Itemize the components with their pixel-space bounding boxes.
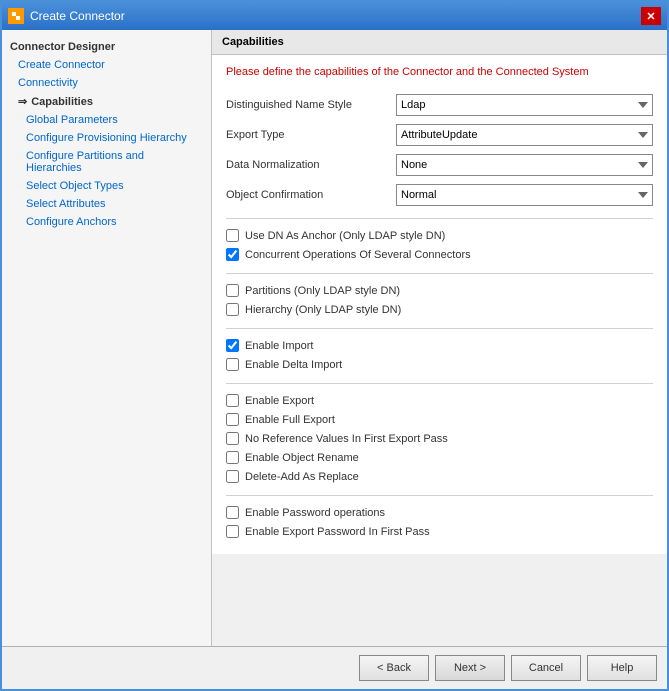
back-button[interactable]: < Back	[359, 655, 429, 681]
checkbox-row-enable-password-ops: Enable Password operations	[226, 506, 653, 519]
use-dn-anchor-label: Use DN As Anchor (Only LDAP style DN)	[245, 230, 445, 242]
content-body: Please define the capabilities of the Co…	[212, 55, 667, 554]
checkbox-group-3: Enable Import Enable Delta Import	[226, 339, 653, 371]
content-area: Capabilities Please define the capabilit…	[212, 30, 667, 646]
dn-style-label: Distinguished Name Style	[226, 99, 396, 111]
sidebar-item-configure-partitions[interactable]: Configure Partitions and Hierarchies	[2, 147, 211, 177]
main-window: Create Connector ✕ Connector Designer Cr…	[0, 0, 669, 691]
enable-export-checkbox[interactable]	[226, 394, 239, 407]
cancel-button[interactable]: Cancel	[511, 655, 581, 681]
divider-3	[226, 328, 653, 329]
checkbox-row-enable-delta-import: Enable Delta Import	[226, 358, 653, 371]
concurrent-ops-label: Concurrent Operations Of Several Connect…	[245, 249, 471, 261]
checkbox-row-enable-export-password: Enable Export Password In First Pass	[226, 525, 653, 538]
footer: < Back Next > Cancel Help	[2, 646, 667, 689]
enable-password-ops-label: Enable Password operations	[245, 507, 385, 519]
object-confirmation-select[interactable]: Normal NoDeleteConfirmation NoAddAndDele…	[396, 184, 653, 206]
delete-add-replace-label: Delete-Add As Replace	[245, 471, 359, 483]
delete-add-replace-checkbox[interactable]	[226, 470, 239, 483]
object-confirmation-label: Object Confirmation	[226, 189, 396, 201]
checkbox-group-1: Use DN As Anchor (Only LDAP style DN) Co…	[226, 229, 653, 261]
title-bar: Create Connector ✕	[2, 2, 667, 30]
enable-full-export-checkbox[interactable]	[226, 413, 239, 426]
enable-import-label: Enable Import	[245, 340, 313, 352]
sidebar-item-select-attributes[interactable]: Select Attributes	[2, 195, 211, 213]
enable-object-rename-checkbox[interactable]	[226, 451, 239, 464]
no-ref-values-checkbox[interactable]	[226, 432, 239, 445]
checkbox-row-no-ref-values: No Reference Values In First Export Pass	[226, 432, 653, 445]
next-button[interactable]: Next >	[435, 655, 505, 681]
checkbox-group-5: Enable Password operations Enable Export…	[226, 506, 653, 538]
content-panel-title: Capabilities	[212, 30, 667, 55]
sidebar-item-global-parameters[interactable]: Global Parameters	[2, 111, 211, 129]
enable-full-export-label: Enable Full Export	[245, 414, 335, 426]
data-normalization-row: Data Normalization None DeleteSpace Trim	[226, 154, 653, 176]
checkbox-row-enable-object-rename: Enable Object Rename	[226, 451, 653, 464]
enable-object-rename-label: Enable Object Rename	[245, 452, 359, 464]
main-area: Connector Designer Create Connector Conn…	[2, 30, 667, 646]
object-confirmation-row: Object Confirmation Normal NoDeleteConfi…	[226, 184, 653, 206]
close-button[interactable]: ✕	[641, 7, 661, 25]
info-text: Please define the capabilities of the Co…	[226, 65, 653, 80]
help-button[interactable]: Help	[587, 655, 657, 681]
sidebar-item-capabilities[interactable]: Capabilities	[2, 92, 211, 111]
enable-export-password-label: Enable Export Password In First Pass	[245, 526, 430, 538]
enable-export-label: Enable Export	[245, 395, 314, 407]
no-ref-values-label: No Reference Values In First Export Pass	[245, 433, 448, 445]
sidebar-item-connectivity[interactable]: Connectivity	[2, 74, 211, 92]
title-bar-left: Create Connector	[8, 8, 125, 24]
use-dn-anchor-checkbox[interactable]	[226, 229, 239, 242]
export-type-row: Export Type AttributeUpdate ObjectReplac…	[226, 124, 653, 146]
sidebar-item-create-connector[interactable]: Create Connector	[2, 56, 211, 74]
sidebar-item-configure-anchors[interactable]: Configure Anchors	[2, 213, 211, 231]
checkbox-group-2: Partitions (Only LDAP style DN) Hierarch…	[226, 284, 653, 316]
partitions-checkbox[interactable]	[226, 284, 239, 297]
checkbox-row-delete-add-replace: Delete-Add As Replace	[226, 470, 653, 483]
enable-delta-import-label: Enable Delta Import	[245, 359, 342, 371]
checkbox-row-concurrent-ops: Concurrent Operations Of Several Connect…	[226, 248, 653, 261]
hierarchy-label: Hierarchy (Only LDAP style DN)	[245, 304, 401, 316]
checkbox-row-hierarchy: Hierarchy (Only LDAP style DN)	[226, 303, 653, 316]
divider-1	[226, 218, 653, 219]
enable-delta-import-checkbox[interactable]	[226, 358, 239, 371]
divider-2	[226, 273, 653, 274]
export-type-label: Export Type	[226, 129, 396, 141]
checkbox-row-use-dn: Use DN As Anchor (Only LDAP style DN)	[226, 229, 653, 242]
partitions-label: Partitions (Only LDAP style DN)	[245, 285, 400, 297]
concurrent-ops-checkbox[interactable]	[226, 248, 239, 261]
data-normalization-select[interactable]: None DeleteSpace Trim	[396, 154, 653, 176]
export-type-select[interactable]: AttributeUpdate ObjectReplace Multivalue…	[396, 124, 653, 146]
sidebar-item-configure-provisioning[interactable]: Configure Provisioning Hierarchy	[2, 129, 211, 147]
window-title: Create Connector	[30, 9, 125, 23]
data-normalization-label: Data Normalization	[226, 159, 396, 171]
window-body: Connector Designer Create Connector Conn…	[2, 30, 667, 689]
divider-4	[226, 383, 653, 384]
divider-5	[226, 495, 653, 496]
checkbox-row-partitions: Partitions (Only LDAP style DN)	[226, 284, 653, 297]
enable-password-ops-checkbox[interactable]	[226, 506, 239, 519]
checkbox-row-enable-export: Enable Export	[226, 394, 653, 407]
dn-style-row: Distinguished Name Style Ldap Generic	[226, 94, 653, 116]
content-scroll[interactable]: Please define the capabilities of the Co…	[212, 55, 667, 646]
enable-import-checkbox[interactable]	[226, 339, 239, 352]
sidebar-item-select-object-types[interactable]: Select Object Types	[2, 177, 211, 195]
sidebar-section-header: Connector Designer	[2, 38, 211, 56]
checkbox-row-enable-import: Enable Import	[226, 339, 653, 352]
enable-export-password-checkbox[interactable]	[226, 525, 239, 538]
app-icon	[8, 8, 24, 24]
hierarchy-checkbox[interactable]	[226, 303, 239, 316]
dn-style-select[interactable]: Ldap Generic	[396, 94, 653, 116]
checkbox-row-enable-full-export: Enable Full Export	[226, 413, 653, 426]
checkbox-group-4: Enable Export Enable Full Export No Refe…	[226, 394, 653, 483]
sidebar: Connector Designer Create Connector Conn…	[2, 30, 212, 646]
